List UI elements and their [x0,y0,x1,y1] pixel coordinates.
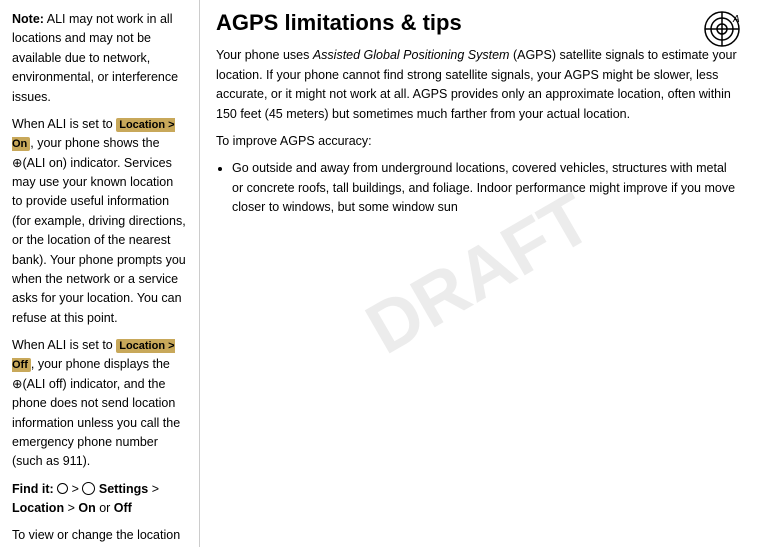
agps-intro-start: Your phone uses [216,48,313,62]
view-change-paragraph: To view or change the location transmiss… [12,526,187,547]
find-it-off: Off [114,501,132,515]
agps-intro-para: Your phone uses Assisted Global Position… [216,46,741,124]
ali-on-end: (ALI on) indicator. Services may use you… [12,156,186,325]
ali-off-icon: ⊕ [12,377,22,391]
note-label: Note: [12,12,44,26]
find-it-dot [57,482,68,496]
ali-off-rest: , your phone displays the [31,357,170,371]
find-it-on: On [78,501,95,515]
ali-off-start: When ALI is set to [12,338,116,352]
find-it-arrow2: > [152,482,159,496]
right-column: A AGPS limitations & tips Your phone use… [200,0,757,547]
find-it-location: Location [12,501,64,515]
left-content: Note: ALI may not work in all locations … [12,10,187,547]
find-it-arrow1: > [72,482,83,496]
find-it-arrow3: > [68,501,79,515]
agps-italic: Assisted Global Positioning System [313,48,510,62]
note-paragraph: Note: ALI may not work in all locations … [12,10,187,107]
find-it-label: Find it: [12,482,54,496]
find-it-settings-icon [82,482,95,495]
agps-icon: A [703,10,741,48]
find-it-settings-label: Settings [99,482,148,496]
left-column: Note: ALI may not work in all locations … [0,0,200,547]
ali-on-icon: ⊕ [12,156,22,170]
bullet-list: Go outside and away from underground loc… [232,159,741,217]
ali-on-rest: , your phone shows the [30,136,159,150]
svg-text:A: A [732,14,740,25]
improve-label: To improve AGPS accuracy: [216,132,741,151]
ali-on-start: When ALI is set to [12,117,116,131]
right-text-content: Your phone uses Assisted Global Position… [216,46,741,217]
find-it-or: or [99,501,114,515]
bullet-item-1: Go outside and away from underground loc… [232,159,741,217]
ali-off-paragraph: When ALI is set to Location > Off, your … [12,336,187,472]
para3-text: To view or change the location transmiss… [12,528,180,547]
find-it-line: Find it: > Settings > Location > On or O… [12,480,187,519]
right-title: AGPS limitations & tips [216,10,741,36]
ali-on-paragraph: When ALI is set to Location > On, your p… [12,115,187,328]
ali-off-end: (ALI off) indicator, and the phone does … [12,377,180,469]
